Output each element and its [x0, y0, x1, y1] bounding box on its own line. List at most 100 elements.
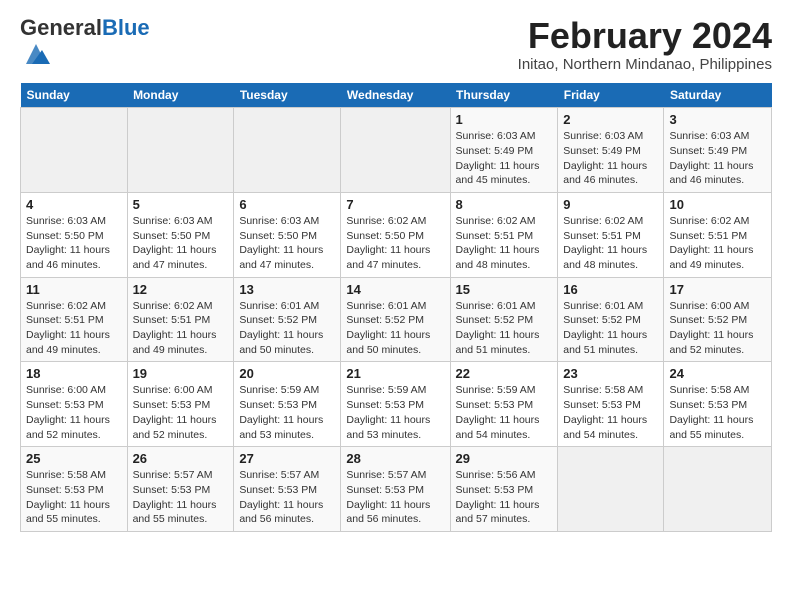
logo-blue-text: Blue: [102, 15, 150, 40]
day-number: 23: [563, 366, 658, 381]
day-info: Sunrise: 5:57 AMSunset: 5:53 PMDaylight:…: [239, 468, 335, 527]
day-info: Sunrise: 6:01 AMSunset: 5:52 PMDaylight:…: [346, 299, 444, 358]
calendar-cell: 4Sunrise: 6:03 AMSunset: 5:50 PMDaylight…: [21, 192, 128, 277]
day-info: Sunrise: 5:59 AMSunset: 5:53 PMDaylight:…: [239, 383, 335, 442]
day-number: 26: [133, 451, 229, 466]
day-number: 18: [26, 366, 122, 381]
calendar-cell: 28 Sunrise: 5:57 AMSunset: 5:53 PMDayligh…: [341, 447, 450, 532]
day-number: 27: [239, 451, 335, 466]
logo: GeneralBlue: [20, 16, 150, 73]
day-number: 24: [669, 366, 766, 381]
day-info: Sunrise: 6:00 AMSunset: 5:53 PMDaylight:…: [133, 383, 229, 442]
calendar-cell: 22 Sunrise: 5:59 AMSunset: 5:53 PMDayligh…: [450, 362, 558, 447]
day-number: 13: [239, 282, 335, 297]
calendar-cell: 7 Sunrise: 6:02 AMSunset: 5:50 PMDaylight…: [341, 192, 450, 277]
day-info: Sunrise: 5:57 AMSunset: 5:53 PMDaylight:…: [346, 468, 444, 527]
calendar-cell: 26 Sunrise: 5:57 AMSunset: 5:53 PMDayligh…: [127, 447, 234, 532]
day-info: Sunrise: 6:02 AMSunset: 5:51 PMDaylight:…: [456, 214, 553, 273]
calendar-cell: 15Sunrise: 6:01 AMSunset: 5:52 PMDayligh…: [450, 277, 558, 362]
calendar-week-row: 25 Sunrise: 5:58 AMSunset: 5:53 PMDayligh…: [21, 447, 772, 532]
calendar-week-row: 11Sunrise: 6:02 AMSunset: 5:51 PMDayligh…: [21, 277, 772, 362]
calendar-cell: 19Sunrise: 6:00 AMSunset: 5:53 PMDayligh…: [127, 362, 234, 447]
day-number: 17: [669, 282, 766, 297]
calendar-cell: 24 Sunrise: 5:58 AMSunset: 5:53 PMDayligh…: [664, 362, 772, 447]
day-number: 12: [133, 282, 229, 297]
calendar-cell: 21 Sunrise: 5:59 AMSunset: 5:53 PMDayligh…: [341, 362, 450, 447]
day-info: Sunrise: 5:58 AMSunset: 5:53 PMDaylight:…: [669, 383, 766, 442]
day-number: 4: [26, 197, 122, 212]
day-number: 28: [346, 451, 444, 466]
day-info: Sunrise: 6:00 AMSunset: 5:52 PMDaylight:…: [669, 299, 766, 358]
calendar-cell: 6 Sunrise: 6:03 AMSunset: 5:50 PMDaylight…: [234, 192, 341, 277]
day-info: Sunrise: 6:03 AMSunset: 5:50 PMDaylight:…: [133, 214, 229, 273]
day-info: Sunrise: 5:58 AMSunset: 5:53 PMDaylight:…: [26, 468, 122, 527]
day-number: 9: [563, 197, 658, 212]
calendar-cell: 25 Sunrise: 5:58 AMSunset: 5:53 PMDayligh…: [21, 447, 128, 532]
calendar-week-row: 1 Sunrise: 6:03 AMSunset: 5:49 PMDaylight…: [21, 108, 772, 193]
calendar-cell: 11Sunrise: 6:02 AMSunset: 5:51 PMDayligh…: [21, 277, 128, 362]
calendar-cell: 2 Sunrise: 6:03 AMSunset: 5:49 PMDaylight…: [558, 108, 664, 193]
calendar-cell: 3 Sunrise: 6:03 AMSunset: 5:49 PMDaylight…: [664, 108, 772, 193]
day-number: 21: [346, 366, 444, 381]
day-info: Sunrise: 6:03 AMSunset: 5:50 PMDaylight:…: [239, 214, 335, 273]
calendar-week-row: 18 Sunrise: 6:00 AMSunset: 5:53 PMDayligh…: [21, 362, 772, 447]
calendar-header-row: SundayMondayTuesdayWednesdayThursdayFrid…: [21, 83, 772, 108]
day-of-week-header: Friday: [558, 83, 664, 108]
day-info: Sunrise: 6:03 AMSunset: 5:49 PMDaylight:…: [456, 129, 553, 188]
day-of-week-header: Saturday: [664, 83, 772, 108]
day-info: Sunrise: 6:02 AMSunset: 5:51 PMDaylight:…: [133, 299, 229, 358]
day-info: Sunrise: 5:59 AMSunset: 5:53 PMDaylight:…: [456, 383, 553, 442]
day-number: 25: [26, 451, 122, 466]
day-info: Sunrise: 6:02 AMSunset: 5:51 PMDaylight:…: [26, 299, 122, 358]
day-info: Sunrise: 5:57 AMSunset: 5:53 PMDaylight:…: [133, 468, 229, 527]
day-of-week-header: Monday: [127, 83, 234, 108]
day-number: 6: [239, 197, 335, 212]
day-info: Sunrise: 6:00 AMSunset: 5:53 PMDaylight:…: [26, 383, 122, 442]
day-of-week-header: Wednesday: [341, 83, 450, 108]
calendar-cell: 12 Sunrise: 6:02 AMSunset: 5:51 PMDayligh…: [127, 277, 234, 362]
logo-icon: [22, 40, 50, 68]
calendar-cell: 13 Sunrise: 6:01 AMSunset: 5:52 PMDayligh…: [234, 277, 341, 362]
day-info: Sunrise: 5:59 AMSunset: 5:53 PMDaylight:…: [346, 383, 444, 442]
page-header: GeneralBlue February 2024 Initao, Northe…: [20, 16, 772, 73]
calendar-cell: 9 Sunrise: 6:02 AMSunset: 5:51 PMDaylight…: [558, 192, 664, 277]
day-number: 14: [346, 282, 444, 297]
day-number: 3: [669, 112, 766, 127]
day-number: 10: [669, 197, 766, 212]
location-subtitle: Initao, Northern Mindanao, Philippines: [518, 56, 772, 73]
day-info: Sunrise: 6:01 AMSunset: 5:52 PMDaylight:…: [563, 299, 658, 358]
day-info: Sunrise: 5:56 AMSunset: 5:53 PMDaylight:…: [456, 468, 553, 527]
calendar-table: SundayMondayTuesdayWednesdayThursdayFrid…: [20, 83, 772, 532]
day-number: 22: [456, 366, 553, 381]
month-title: February 2024: [518, 16, 772, 56]
day-of-week-header: Tuesday: [234, 83, 341, 108]
calendar-cell: 14 Sunrise: 6:01 AMSunset: 5:52 PMDayligh…: [341, 277, 450, 362]
calendar-cell: 20Sunrise: 5:59 AMSunset: 5:53 PMDayligh…: [234, 362, 341, 447]
title-area: February 2024 Initao, Northern Mindanao,…: [518, 16, 772, 73]
day-info: Sunrise: 6:02 AMSunset: 5:50 PMDaylight:…: [346, 214, 444, 273]
calendar-cell: 29Sunrise: 5:56 AMSunset: 5:53 PMDayligh…: [450, 447, 558, 532]
day-number: 2: [563, 112, 658, 127]
day-info: Sunrise: 6:02 AMSunset: 5:51 PMDaylight:…: [563, 214, 658, 273]
calendar-cell: 1 Sunrise: 6:03 AMSunset: 5:49 PMDaylight…: [450, 108, 558, 193]
calendar-week-row: 4 Sunrise: 6:03 AMSunset: 5:50 PMDaylight…: [21, 192, 772, 277]
day-number: 7: [346, 197, 444, 212]
calendar-cell: 27 Sunrise: 5:57 AMSunset: 5:53 PMDayligh…: [234, 447, 341, 532]
day-info: Sunrise: 6:03 AMSunset: 5:49 PMDaylight:…: [563, 129, 658, 188]
calendar-cell: [664, 447, 772, 532]
day-info: Sunrise: 6:01 AMSunset: 5:52 PMDaylight:…: [456, 299, 553, 358]
day-of-week-header: Thursday: [450, 83, 558, 108]
day-info: Sunrise: 6:03 AMSunset: 5:49 PMDaylight:…: [669, 129, 766, 188]
day-number: 1: [456, 112, 553, 127]
calendar-cell: 10 Sunrise: 6:02 AMSunset: 5:51 PMDayligh…: [664, 192, 772, 277]
calendar-cell: [558, 447, 664, 532]
day-of-week-header: Sunday: [21, 83, 128, 108]
calendar-cell: 23 Sunrise: 5:58 AMSunset: 5:53 PMDayligh…: [558, 362, 664, 447]
logo-general-text: General: [20, 15, 102, 40]
day-info: Sunrise: 6:02 AMSunset: 5:51 PMDaylight:…: [669, 214, 766, 273]
calendar-cell: [21, 108, 128, 193]
day-info: Sunrise: 5:58 AMSunset: 5:53 PMDaylight:…: [563, 383, 658, 442]
calendar-cell: 16Sunrise: 6:01 AMSunset: 5:52 PMDayligh…: [558, 277, 664, 362]
day-info: Sunrise: 6:01 AMSunset: 5:52 PMDaylight:…: [239, 299, 335, 358]
calendar-cell: [234, 108, 341, 193]
